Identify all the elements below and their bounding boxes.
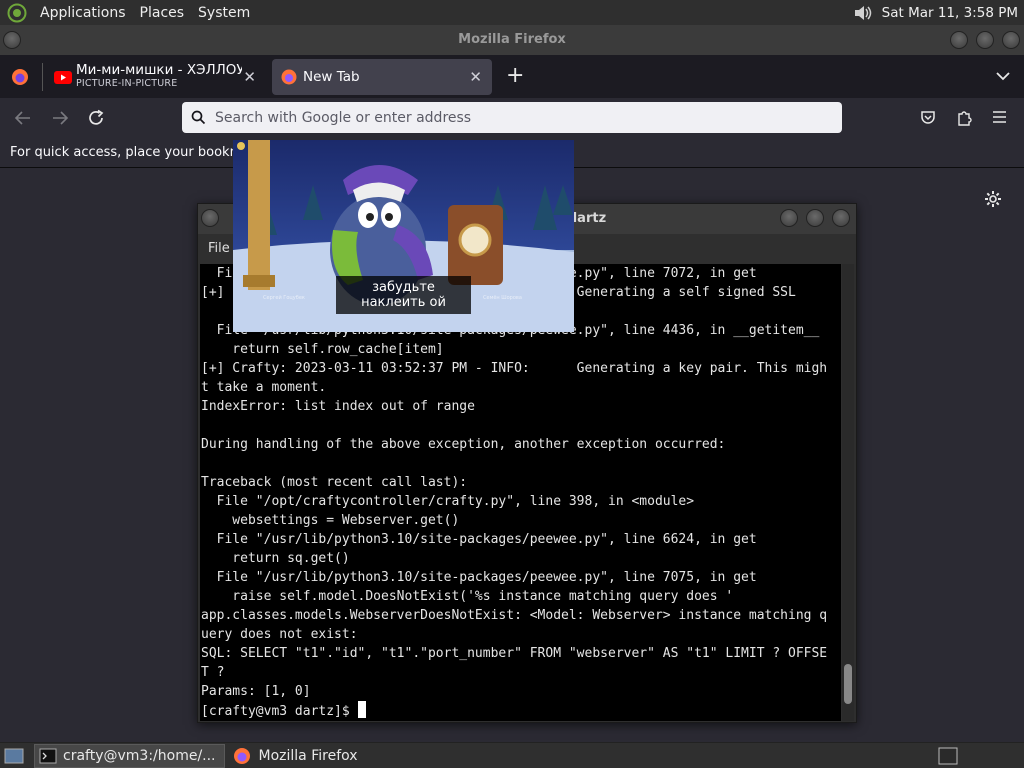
terminal-scrollbar[interactable] [842, 264, 854, 721]
youtube-icon [54, 70, 72, 84]
terminal-line: Traceback (most recent call last): [201, 475, 468, 490]
terminal-line: raise self.model.DoesNotExist('%s instan… [201, 589, 734, 604]
terminal-line: Params: [1, 0] [201, 684, 311, 699]
terminal-line: uery does not exist: [201, 627, 358, 642]
url-placeholder: Search with Google or enter address [215, 109, 472, 126]
picture-in-picture-video[interactable]: Сергей Гоцубек Семён Шорова забудьте нак… [233, 140, 574, 332]
tab-label: New Tab [303, 69, 360, 85]
forward-icon[interactable] [51, 110, 69, 126]
pocket-icon[interactable] [920, 109, 936, 125]
tab-new-tab[interactable]: New Tab ✕ [272, 59, 492, 95]
menu-applications[interactable]: Applications [33, 5, 133, 21]
clock[interactable]: Sat Mar 11, 3:58 PM [882, 5, 1018, 21]
terminal-icon [39, 748, 57, 763]
terminal-line: During handling of the above exception, … [201, 437, 726, 452]
terminal-line: File "/opt/craftycontroller/crafty.py", … [201, 494, 695, 509]
firefox-icon [233, 747, 250, 764]
window-title: Mozilla Firefox [458, 32, 566, 47]
terminal-window-menu-button[interactable] [201, 209, 219, 227]
video-credit-right: Семён Шорова [483, 295, 522, 301]
back-icon[interactable] [14, 110, 32, 126]
menu-system[interactable]: System [191, 5, 257, 21]
firefox-icon [281, 69, 297, 85]
bookmarks-hint: For quick access, place your bookmarks [10, 145, 270, 160]
terminal-line: return sq.get() [201, 551, 350, 566]
menu-places[interactable]: Places [133, 5, 192, 21]
close-tab-icon[interactable]: ✕ [469, 68, 482, 86]
terminal-line: SQL: SELECT "t1"."id", "t1"."port_number… [201, 646, 828, 661]
close-window-button[interactable] [1002, 31, 1020, 49]
terminal-minimize-button[interactable] [780, 209, 798, 227]
terminal-line: T ? [201, 665, 225, 680]
top-panel: Applications Places System Sat Mar 11, 3… [0, 0, 1024, 25]
minimize-button[interactable] [950, 31, 968, 49]
terminal-prompt-line: [crafty@vm3 dartz]$ [201, 701, 841, 721]
terminal-line: IndexError: list index out of range [201, 399, 475, 414]
tab-bar: Ми-ми-мишки - ХЭЛЛОУИН PICTURE-IN-PICTUR… [0, 55, 1024, 98]
workspace-switcher-icon[interactable] [938, 746, 958, 766]
terminal-line: [+] Crafty: 2023-03-11 03:52:37 PM - INF… [201, 361, 828, 376]
video-credit-left: Сергей Гоцубек [263, 295, 305, 301]
terminal-close-button[interactable] [832, 209, 850, 227]
new-tab-button[interactable]: + [506, 63, 524, 88]
video-subtitle: забудьте наклеить ой [336, 276, 471, 314]
taskbar-item-firefox[interactable]: Mozilla Firefox [229, 744, 366, 768]
terminal-menu-file[interactable]: File [208, 241, 230, 256]
url-bar[interactable]: Search with Google or enter address [182, 102, 842, 133]
terminal-line: t take a moment. [201, 380, 327, 395]
scrollbar-thumb[interactable] [844, 664, 852, 704]
terminal-cursor [357, 701, 366, 718]
terminal-maximize-button[interactable] [806, 209, 824, 227]
window-menu-button[interactable] [3, 31, 21, 49]
tab-sublabel: PICTURE-IN-PICTURE [76, 78, 178, 89]
nav-bar: Search with Google or enter address [0, 98, 1024, 138]
terminal-output[interactable]: File "/usr/lib/python3.10/site-packages/… [200, 264, 841, 721]
show-desktop-icon[interactable] [4, 747, 24, 765]
search-icon [191, 110, 206, 125]
taskbar-item-terminal[interactable]: crafty@vm3:/home/... [34, 743, 225, 768]
extensions-icon[interactable] [956, 109, 972, 126]
menu-icon[interactable] [992, 110, 1007, 124]
tab-label: Ми-ми-мишки - ХЭЛЛОУИН [76, 64, 242, 78]
distro-logo-icon[interactable] [7, 3, 27, 23]
terminal-line: app.classes.models.WebserverDoesNotExist… [201, 608, 828, 623]
tab-list-chevron-down-icon[interactable] [996, 71, 1010, 81]
volume-icon[interactable] [852, 3, 874, 23]
firefox-titlebar: Mozilla Firefox [0, 25, 1024, 55]
taskbar-label: crafty@vm3:/home/... [63, 747, 216, 764]
bottom-panel: crafty@vm3:/home/... Mozilla Firefox [0, 742, 1024, 768]
reload-icon[interactable] [87, 109, 105, 127]
terminal-line: File "/usr/lib/python3.10/site-packages/… [201, 570, 757, 585]
terminal-prompt: [crafty@vm3 dartz]$ [201, 704, 358, 719]
maximize-button[interactable] [976, 31, 994, 49]
terminal-line: return self.row_cache[item] [201, 342, 444, 357]
tab-youtube[interactable]: Ми-ми-мишки - ХЭЛЛОУИН PICTURE-IN-PICTUR… [48, 59, 266, 95]
taskbar-label: Mozilla Firefox [258, 747, 358, 764]
firefox-view-icon[interactable] [11, 68, 29, 86]
terminal-line: File "/usr/lib/python3.10/site-packages/… [201, 532, 757, 547]
gear-icon[interactable] [984, 190, 1002, 208]
close-tab-icon[interactable]: ✕ [243, 68, 256, 86]
terminal-line: websettings = Webserver.get() [201, 513, 460, 528]
